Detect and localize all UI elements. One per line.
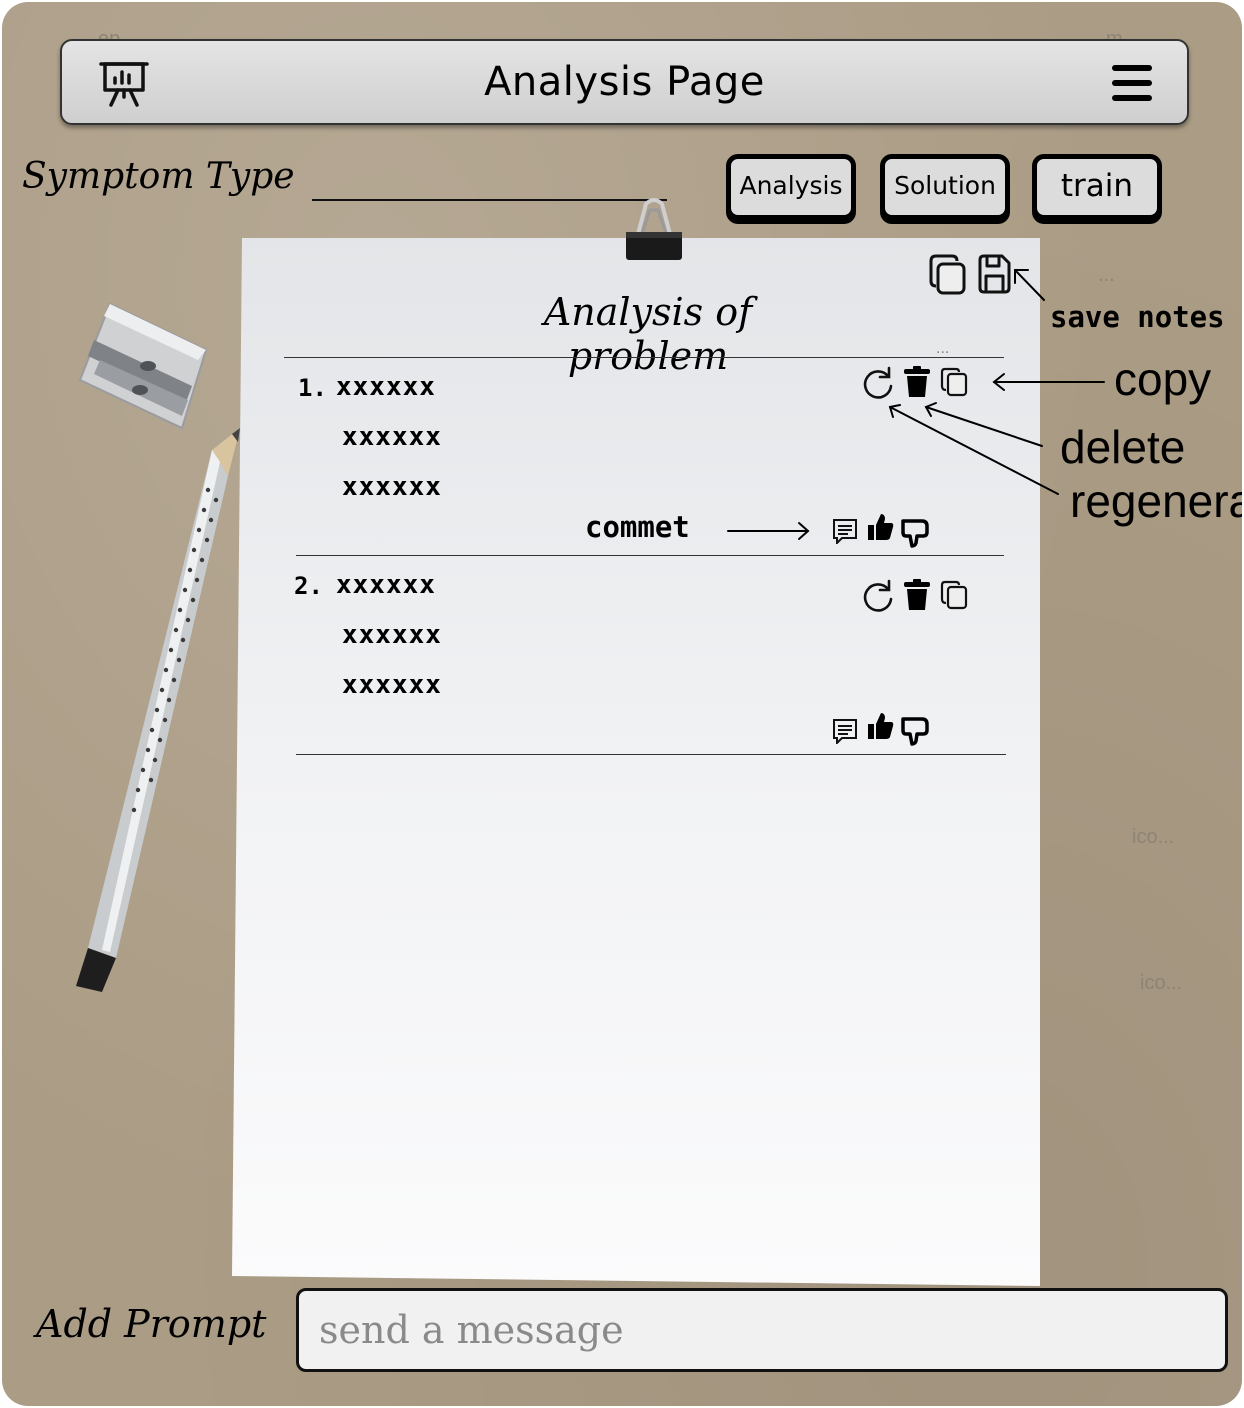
item-number: 2. [294, 572, 323, 600]
symptom-type-field[interactable] [312, 199, 667, 201]
sharpener-image [76, 300, 208, 430]
divider [284, 357, 1004, 358]
regenerate-icon[interactable] [862, 366, 894, 400]
divider [296, 555, 1004, 556]
save-notes-icon[interactable] [976, 254, 1012, 294]
top-bar: Analysis Page [60, 39, 1189, 125]
trash-icon[interactable] [903, 579, 931, 611]
tab-solution-button[interactable]: Solution [880, 154, 1010, 220]
pencil-image [62, 420, 252, 1000]
item-line: xxxxxx [342, 620, 442, 650]
copy-notes-icon[interactable] [928, 254, 968, 296]
copy-icon[interactable] [940, 580, 968, 610]
copy-annotation: copy [1114, 353, 1212, 405]
item-line: xxxxxx [342, 472, 442, 502]
message-input[interactable] [296, 1288, 1228, 1372]
thumbs-up-icon[interactable] [866, 711, 894, 741]
overflow-label: ... [1098, 264, 1115, 286]
overflow-label: ico... [1140, 972, 1183, 994]
binder-clip-image [624, 198, 684, 262]
regenerate-icon[interactable] [862, 579, 894, 613]
hamburger-menu-icon[interactable] [1111, 63, 1153, 103]
canvas-background: ep... m... Analysis Page Sympto [2, 2, 1242, 1406]
divider [296, 754, 1006, 755]
item-line: xxxxxx [342, 422, 442, 452]
comment-icon[interactable] [832, 718, 858, 744]
item-line: xxxxxx [336, 570, 436, 600]
thumbs-up-icon[interactable] [866, 512, 894, 542]
item-line: xxxxxx [342, 670, 442, 700]
symptom-type-label: Symptom Type [22, 156, 295, 197]
tab-train-button[interactable]: train [1032, 154, 1162, 220]
item-line: xxxxxx [336, 372, 436, 402]
delete-annotation: delete [1060, 421, 1186, 473]
thumbs-down-icon[interactable] [900, 518, 930, 548]
add-prompt-label: Add Prompt [36, 1302, 267, 1346]
save-notes-annotation: save notes [1050, 300, 1225, 334]
paper-title: Analysis of problem [543, 290, 753, 378]
overflow-label: ico... [1132, 826, 1175, 848]
comment-annotation: commet [585, 510, 690, 544]
tab-analysis-button[interactable]: Analysis [726, 154, 856, 220]
overflow-label: ... [936, 340, 950, 357]
thumbs-down-icon[interactable] [900, 716, 930, 746]
trash-icon[interactable] [903, 366, 931, 398]
regenerate-annotation: regenerate [1070, 475, 1242, 527]
copy-icon[interactable] [940, 367, 968, 397]
comment-icon[interactable] [832, 518, 858, 544]
item-number: 1. [298, 374, 327, 402]
page-title: Analysis Page [484, 59, 765, 105]
